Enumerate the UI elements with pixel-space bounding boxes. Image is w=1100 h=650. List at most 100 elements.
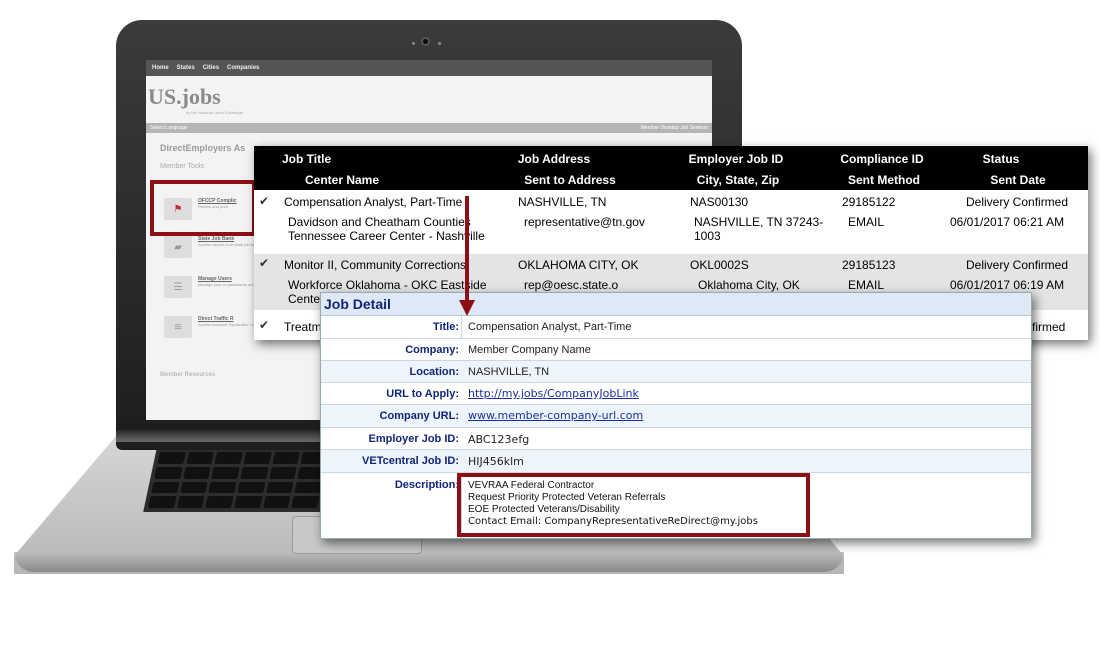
detail-label: Description: xyxy=(394,479,459,491)
keyboard-key xyxy=(294,481,323,494)
detail-row-url-to-apply: URL to Apply: http://my.jobs/CompanyJobL… xyxy=(321,383,1031,405)
detail-label: URL to Apply: xyxy=(386,388,459,400)
row-check-icon[interactable]: ✔ xyxy=(259,256,269,270)
detail-label: Company: xyxy=(405,344,459,356)
detail-row-title: Title: Compensation Analyst, Part-Time xyxy=(321,316,1031,339)
site-nav: Home States Cities Companies xyxy=(146,60,712,76)
keyboard-key xyxy=(214,452,243,464)
detail-value-vetcentral-job-id: HIJ456klm xyxy=(468,455,524,468)
member-links[interactable]: Member Desktop Job Seekers xyxy=(641,125,708,131)
row2-method: EMAIL xyxy=(848,278,885,292)
keyboard-key xyxy=(148,496,177,508)
row1-city: NASHVILLE, TN 37243-1003 xyxy=(694,215,824,243)
nav-companies[interactable]: Companies xyxy=(227,65,259,71)
camera-icon xyxy=(421,37,430,46)
keyboard-key xyxy=(271,452,301,464)
row2-employer-id: OKL0002S xyxy=(690,258,749,272)
job-detail-heading: Job Detail xyxy=(321,293,1031,316)
col-city-state-zip[interactable]: City, State, Zip xyxy=(697,173,779,187)
keyboard-key xyxy=(157,452,186,464)
apply-url-link[interactable]: http://my.jobs/CompanyJobLink xyxy=(468,387,639,400)
detail-row-vetcentral-job-id: VETcentral Job ID: HIJ456klm xyxy=(321,450,1031,473)
keyboard-key xyxy=(233,496,263,508)
tool-state-job-bank[interactable]: ▰ State Job Bank Access reports a on stat… xyxy=(164,236,257,258)
detail-value-title: Compensation Analyst, Part-Time xyxy=(468,321,632,333)
tool-manage-users[interactable]: ☰ Manage Users Manage your co passwords a… xyxy=(164,276,255,298)
us-map-icon: ▰ xyxy=(164,236,192,258)
keyboard-key xyxy=(205,496,234,508)
col-status[interactable]: Status xyxy=(983,152,1020,166)
detail-label: Title: xyxy=(432,321,459,333)
nav-home[interactable]: Home xyxy=(152,65,169,71)
keyboard-key xyxy=(240,466,269,479)
row1-method: EMAIL xyxy=(848,215,885,229)
keyboard-key xyxy=(186,452,215,464)
keyboard-key xyxy=(262,496,291,508)
ofccp-highlight-box xyxy=(150,180,256,236)
keyboard-key xyxy=(179,481,208,494)
keyboard-key xyxy=(182,466,212,479)
row1-job-title[interactable]: Compensation Analyst, Part-Time xyxy=(284,195,462,209)
row-check-icon[interactable]: ✔ xyxy=(259,318,269,332)
col-employer-job-id[interactable]: Employer Job ID xyxy=(689,152,784,166)
tool-desc: Access measure Syndicated Job xyxy=(198,322,257,327)
detail-value-location: NASHVILLE, TN xyxy=(468,366,550,378)
col-compliance-id[interactable]: Compliance ID xyxy=(840,152,923,166)
tool-direct-traffic[interactable]: ≋ Direct Traffic R Access measure Syndica… xyxy=(164,316,256,338)
callout-arrow xyxy=(465,196,469,302)
row2-job-title[interactable]: Monitor II, Community Corrections xyxy=(284,258,466,272)
report-header: Job Title Job Address Employer Job ID Co… xyxy=(254,146,1088,190)
row2-compliance-id: 29185123 xyxy=(842,258,896,272)
stage: Home States Cities Companies US.jobs by … xyxy=(0,0,1100,650)
detail-label: Location: xyxy=(409,366,460,378)
laptop-base-edge xyxy=(14,552,844,572)
row3-job-title[interactable]: Treatm xyxy=(284,320,322,334)
row2-date: 06/01/2017 06:19 AM xyxy=(950,278,1065,292)
description-highlight-box xyxy=(457,473,810,537)
detail-row-employer-job-id: Employer Job ID: ABC123efg xyxy=(321,428,1031,450)
keyboard-key xyxy=(291,496,320,508)
member-resources: Member Resources xyxy=(160,372,216,378)
camera-light-icon xyxy=(412,42,415,45)
row2-job-address: OKLAHOMA CITY, OK xyxy=(518,258,639,272)
tool-desc: Manage your co passwords and xyxy=(198,282,255,287)
row-check-icon[interactable]: ✔ xyxy=(259,194,269,208)
detail-row-location: Location: NASHVILLE, TN xyxy=(321,361,1031,383)
keyboard-key xyxy=(154,466,183,479)
logo-subtitle: by the National Labor Exchange xyxy=(186,110,243,115)
keyboard-key xyxy=(208,481,237,494)
company-url-link[interactable]: www.member-company-url.com xyxy=(468,409,643,422)
select-language[interactable]: Select Language xyxy=(150,125,188,131)
row1-job-address: NASHVILLE, TN xyxy=(518,195,607,209)
row2-status: Delivery Confirmed xyxy=(966,258,1069,272)
col-job-address[interactable]: Job Address xyxy=(518,152,590,166)
keyboard-key xyxy=(243,452,272,464)
detail-value-employer-job-id: ABC123efg xyxy=(468,433,530,446)
detail-label: Employer Job ID: xyxy=(368,433,459,445)
language-bar: Select Language Member Desktop Job Seeke… xyxy=(146,123,712,133)
keyboard-key xyxy=(237,481,266,494)
col-job-title[interactable]: Job Title xyxy=(282,152,331,166)
col-center-name[interactable]: Center Name xyxy=(305,173,379,187)
col-sent-date[interactable]: Sent Date xyxy=(990,173,1045,187)
detail-row-company-url: Company URL: www.member-company-url.com xyxy=(321,405,1031,428)
row3-status: firmed xyxy=(1032,320,1066,334)
arrow-down-icon xyxy=(459,300,475,316)
traffic-icon: ≋ xyxy=(164,316,192,338)
row2-sent-to: rep@oesc.state.o xyxy=(524,278,619,292)
tool-desc: Access reports a on state job ban xyxy=(198,242,258,247)
nav-cities[interactable]: Cities xyxy=(203,65,219,71)
camera-sensor-icon xyxy=(438,42,441,45)
row1-center-name: Davidson and Cheatham Counties Tennessee… xyxy=(288,215,485,243)
col-sent-method[interactable]: Sent Method xyxy=(848,173,920,187)
col-sent-to[interactable]: Sent to Address xyxy=(524,173,616,187)
site-logo[interactable]: US.jobs xyxy=(146,76,712,110)
nav-states[interactable]: States xyxy=(177,65,195,71)
keyboard-key xyxy=(176,496,205,508)
keyboard-key xyxy=(265,481,294,494)
row1-employer-id: NAS00130 xyxy=(690,195,749,209)
row1-date: 06/01/2017 06:21 AM xyxy=(950,215,1065,229)
row1-sent-to: representative@tn.gov xyxy=(524,215,645,229)
detail-value-company: Member Company Name xyxy=(468,344,591,356)
keyboard-key xyxy=(268,466,297,479)
